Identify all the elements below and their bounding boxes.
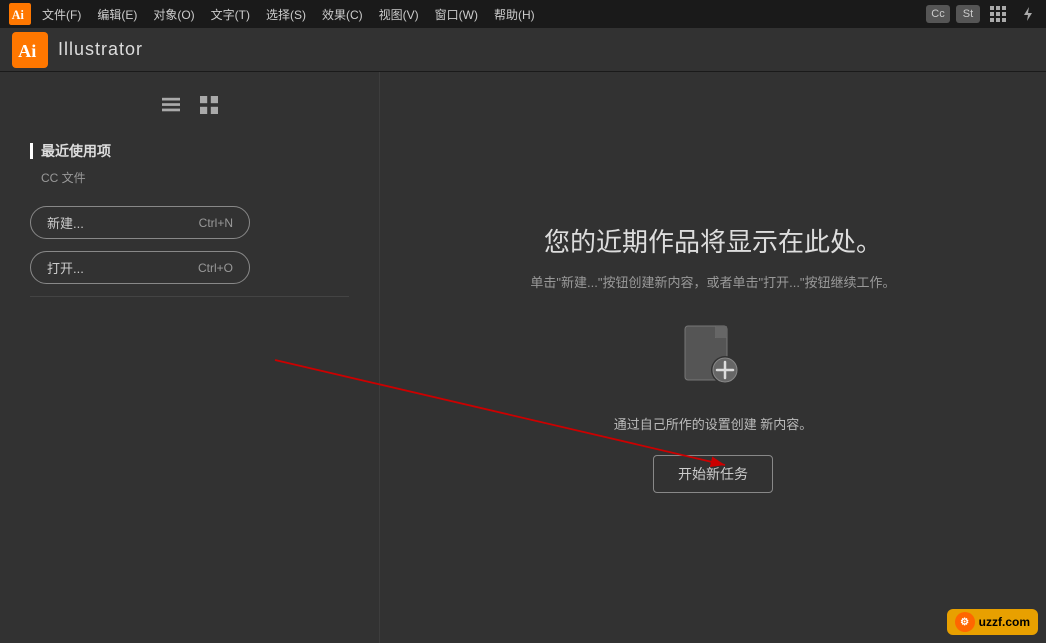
lightning-icon[interactable] bbox=[1016, 5, 1040, 23]
menu-file[interactable]: 文件(F) bbox=[34, 0, 89, 28]
start-new-task-button[interactable]: 开始新任务 bbox=[653, 455, 773, 493]
new-button[interactable]: 新建... Ctrl+N bbox=[30, 206, 250, 239]
app-bar: Ai Illustrator bbox=[0, 28, 1046, 72]
file-icon-container bbox=[683, 324, 743, 399]
open-button[interactable]: 打开... Ctrl+O bbox=[30, 251, 250, 284]
grid-view-button[interactable] bbox=[194, 92, 224, 121]
open-button-shortcut: Ctrl+O bbox=[198, 261, 233, 275]
app-title: Illustrator bbox=[58, 39, 143, 60]
new-file-icon bbox=[683, 324, 743, 394]
menu-select[interactable]: 选择(S) bbox=[258, 0, 314, 28]
ai-logo-large: Ai bbox=[12, 32, 48, 68]
menu-bar: 文件(F) 编辑(E) 对象(O) 文字(T) 选择(S) 效果(C) 视图(V… bbox=[34, 0, 926, 28]
view-toggle bbox=[30, 92, 349, 121]
settings-desc: 通过自己所作的设置创建 新内容。 bbox=[614, 415, 813, 436]
menu-object[interactable]: 对象(O) bbox=[145, 0, 202, 28]
divider bbox=[30, 296, 349, 297]
title-bar-right: Cc St bbox=[926, 5, 1040, 23]
menu-edit[interactable]: 编辑(E) bbox=[89, 0, 145, 28]
left-panel: 最近使用项 CC 文件 新建... Ctrl+N 打开... Ctrl+O bbox=[0, 72, 380, 643]
new-button-shortcut: Ctrl+N bbox=[199, 216, 233, 230]
main-content: 最近使用项 CC 文件 新建... Ctrl+N 打开... Ctrl+O 您的… bbox=[0, 72, 1046, 643]
menu-effect[interactable]: 效果(C) bbox=[314, 0, 371, 28]
svg-text:Ai: Ai bbox=[18, 41, 36, 61]
watermark-text: uzzf.com bbox=[979, 615, 1030, 629]
welcome-subtitle: 单击"新建..."按钮创建新内容，或者单击"打开..."按钮继续工作。 bbox=[530, 273, 895, 294]
svg-text:Ai: Ai bbox=[12, 8, 25, 22]
section-sub: CC 文件 bbox=[30, 169, 349, 186]
list-view-button[interactable] bbox=[156, 92, 186, 121]
right-panel: 您的近期作品将显示在此处。 单击"新建..."按钮创建新内容，或者单击"打开..… bbox=[380, 72, 1046, 643]
menu-help[interactable]: 帮助(H) bbox=[486, 0, 543, 28]
watermark-icon: ⚙ bbox=[955, 612, 975, 632]
menu-text[interactable]: 文字(T) bbox=[203, 0, 258, 28]
section-title: 最近使用项 bbox=[41, 141, 111, 161]
grid-icon[interactable] bbox=[986, 5, 1010, 23]
cc-badge: Cc bbox=[926, 5, 950, 23]
menu-window[interactable]: 窗口(W) bbox=[427, 0, 486, 28]
section-header: 最近使用项 bbox=[30, 141, 349, 161]
ai-logo-small: Ai bbox=[6, 0, 34, 28]
title-bar: Ai 文件(F) 编辑(E) 对象(O) 文字(T) 选择(S) 效果(C) 视… bbox=[0, 0, 1046, 28]
new-button-label: 新建... bbox=[47, 213, 84, 232]
st-badge: St bbox=[956, 5, 980, 23]
welcome-title: 您的近期作品将显示在此处。 bbox=[544, 222, 882, 259]
section-bar-indicator bbox=[30, 143, 33, 159]
watermark: ⚙ uzzf.com bbox=[947, 609, 1038, 635]
menu-view[interactable]: 视图(V) bbox=[371, 0, 427, 28]
open-button-label: 打开... bbox=[47, 258, 84, 277]
